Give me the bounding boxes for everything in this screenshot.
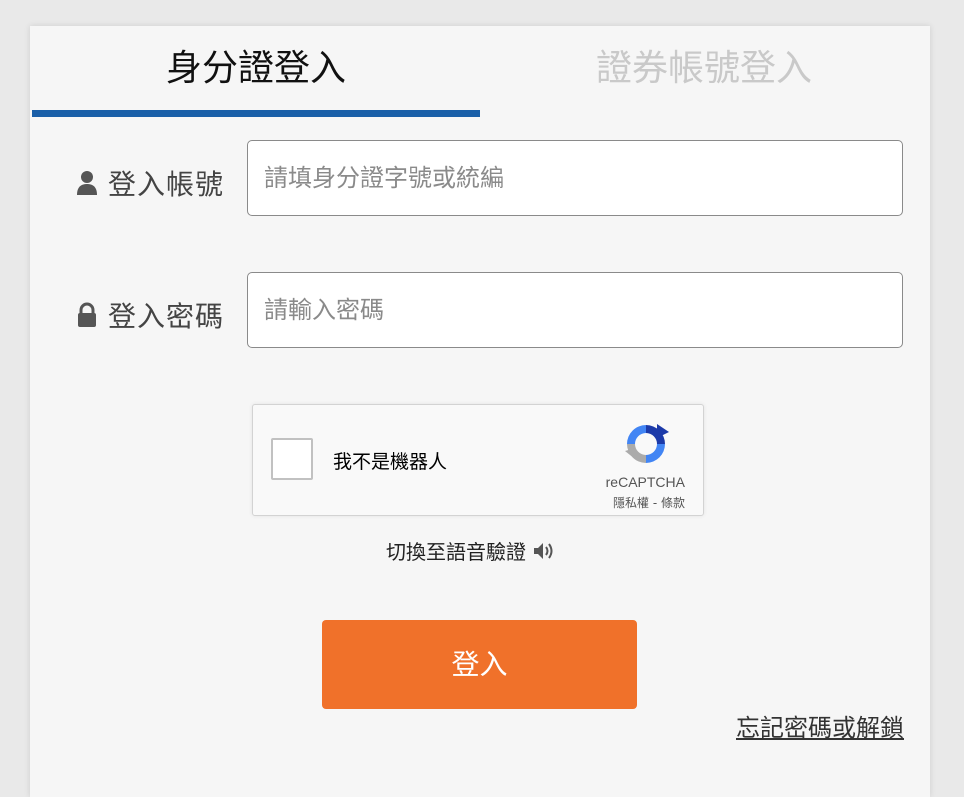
tab-broker-login[interactable]: 證券帳號登入 [480,46,928,96]
recaptcha-label: 我不是機器人 [333,451,448,473]
audio-switch-label: 切換至語音驗證 [386,540,526,564]
forgot-password-link[interactable]: 忘記密碼或解鎖 [736,708,904,743]
password-input[interactable] [247,272,903,348]
recaptcha-brand: reCAPTCHA [605,474,685,490]
active-tab-indicator [32,110,480,117]
login-card: 身分證登入 證券帳號登入 登入帳號 登入密碼 我不是機器人 [30,26,930,797]
switch-to-audio-verification[interactable]: 切換至語音驗證 [386,536,556,565]
tab-id-login[interactable]: 身分證登入 [32,46,480,96]
login-button[interactable]: 登入 [322,620,637,709]
account-input[interactable] [247,140,903,216]
account-label-text: 登入帳號 [108,168,225,201]
user-icon [76,170,100,196]
recaptcha-widget: 我不是機器人 reCAPTCHA 隱私權 - 條款 [252,404,704,516]
password-label-text: 登入密碼 [108,300,225,333]
password-label: 登入密碼 [76,295,236,335]
lock-icon [76,302,100,328]
account-label: 登入帳號 [76,163,236,203]
speaker-icon [534,542,553,559]
recaptcha-logo-icon [625,424,669,463]
recaptcha-terms-link[interactable]: 隱私權 - 條款 [613,494,685,511]
recaptcha-checkbox[interactable] [271,438,313,480]
